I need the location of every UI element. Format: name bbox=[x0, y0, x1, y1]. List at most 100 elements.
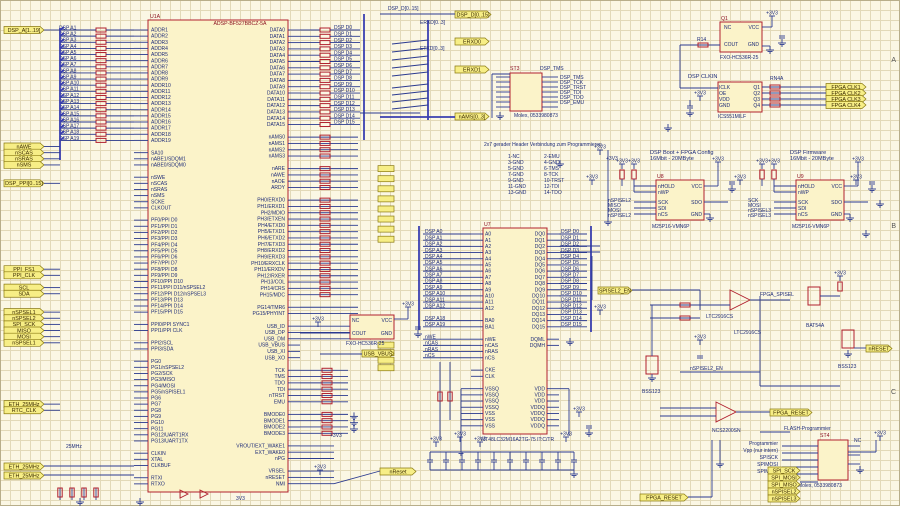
decoupling-cap bbox=[729, 181, 735, 185]
power-symbol: +3V3 bbox=[560, 432, 572, 442]
left-port[interactable]: nSPSEL1 bbox=[3, 338, 45, 347]
spisel2-en-port[interactable]: SPISEL2_EN bbox=[597, 286, 633, 295]
sdram-pin: DQ6 bbox=[535, 269, 546, 275]
dsp-left-pin: PG11 bbox=[151, 426, 164, 432]
dsp-left-pin: PF7/PPI D7 bbox=[151, 261, 178, 267]
clk-pin: GND bbox=[719, 103, 731, 109]
eth-port[interactable] bbox=[377, 215, 395, 223]
ic-label: BAT54A bbox=[806, 323, 825, 329]
clk-pin: Q4 bbox=[753, 103, 760, 109]
nc-label: NC bbox=[854, 438, 862, 444]
usb-vbus-port[interactable]: USB_VBUS bbox=[361, 349, 395, 358]
rn-right bbox=[319, 65, 331, 71]
power-label: +3V3 bbox=[874, 431, 886, 437]
sdram-pin: A6 bbox=[485, 269, 491, 275]
flash-gnd bbox=[728, 185, 736, 193]
dsp-right-pin: DATA6 bbox=[270, 65, 286, 71]
rn-right bbox=[319, 103, 331, 109]
eth-port[interactable] bbox=[377, 364, 395, 372]
sdram-pin: nRAS bbox=[485, 349, 499, 355]
dsp-right-pin: nTRST bbox=[269, 393, 285, 399]
rn-left bbox=[95, 101, 107, 107]
jtag-header-st3[interactable] bbox=[509, 72, 543, 112]
osc-pin: GND bbox=[748, 42, 760, 48]
sdram-pin: VDDQ bbox=[531, 411, 546, 417]
sdram-pin: DQ8 bbox=[535, 281, 546, 287]
gnd-symbol bbox=[664, 124, 672, 132]
flash-gnd bbox=[868, 185, 876, 193]
power-label: +3V3 bbox=[573, 407, 585, 413]
osc-pin: VCC bbox=[381, 318, 392, 324]
eth-port[interactable] bbox=[377, 165, 395, 172]
top-port[interactable]: nAMS[0..3] bbox=[454, 112, 490, 121]
rn-right bbox=[319, 115, 331, 121]
left-port[interactable]: nSMS bbox=[3, 161, 45, 169]
sdram-pin: DQ13 bbox=[532, 312, 545, 318]
dsp-left-pin: PG6 bbox=[151, 396, 161, 402]
dsp-left-pin: PG2/SCK bbox=[151, 371, 173, 377]
isp-pin-label: Programmier bbox=[749, 441, 778, 447]
left-port-text: DSP_A[1..19] bbox=[8, 28, 41, 34]
eth-port[interactable] bbox=[377, 185, 395, 193]
power-symbol: +3V3 bbox=[766, 11, 778, 21]
dsp-left-pin: PF12/PPI D12/nSPSEL3 bbox=[151, 291, 206, 297]
nreset-port[interactable]: nReset bbox=[379, 467, 417, 476]
left-port[interactable]: SDA bbox=[3, 289, 45, 298]
wire bbox=[391, 63, 429, 69]
dsp-left-pin: PF5/PPI D5 bbox=[151, 248, 178, 254]
rn-right bbox=[319, 84, 331, 90]
sdram-net: DSP A7 bbox=[425, 273, 443, 279]
dsp-right-pin: PH6/ETXD2 bbox=[258, 236, 285, 242]
sdram-gnd bbox=[457, 448, 465, 456]
fpga-reset-port[interactable]: FPGA_RESET bbox=[769, 408, 813, 417]
dsp-right-pin: nAMS0 bbox=[269, 135, 286, 141]
sdram-net: DSP D10 bbox=[561, 291, 582, 297]
eth-port[interactable] bbox=[377, 235, 395, 243]
gnd-symbol bbox=[76, 498, 84, 506]
dsp-left-pin: ADDR17 bbox=[151, 126, 171, 132]
rtc-clk-port[interactable]: ETH_25MHz bbox=[3, 471, 45, 480]
flash-pin: SDO bbox=[831, 200, 842, 206]
left-port[interactable]: DSP_PPI[0..15] bbox=[3, 179, 45, 188]
sdram-pin: nCS bbox=[485, 355, 495, 361]
isp-net-port[interactable]: nSPISEL3 bbox=[767, 494, 801, 503]
isp-net-port[interactable]: SPI_SCK bbox=[767, 466, 801, 475]
dsp-left-pin: CLKIN bbox=[151, 451, 166, 457]
top-port[interactable]: ERXD0 bbox=[454, 37, 490, 46]
eth-port[interactable] bbox=[377, 195, 395, 203]
dsp-left-pin: ADDR3 bbox=[151, 40, 168, 46]
isp-net-port[interactable]: SPI_MOSI bbox=[767, 473, 801, 482]
isp-net-port[interactable]: SPI_MISO bbox=[767, 480, 801, 489]
net-label: DSP D2 bbox=[334, 38, 352, 44]
osc-pin: GND bbox=[381, 331, 393, 337]
eth-port[interactable] bbox=[377, 356, 395, 364]
eth-port[interactable] bbox=[377, 225, 395, 233]
top-port[interactable]: DSP_D[0..15] bbox=[454, 10, 492, 19]
sdram-net: DSP D15 bbox=[561, 322, 582, 328]
isp-net-port[interactable]: nSPISEL2 bbox=[767, 487, 801, 496]
eth-clk-port[interactable]: ETH_25MHz bbox=[3, 462, 45, 471]
sdram-pin: A12 bbox=[485, 306, 494, 312]
fpga-reset-port-bottom[interactable]: FPGA_RESET bbox=[639, 493, 689, 502]
flash-net: nSPISEL3 bbox=[748, 213, 771, 219]
power-symbol: +3V3 bbox=[594, 305, 606, 315]
sdram-pin: VSSQ bbox=[485, 405, 499, 411]
isp-header-st4[interactable] bbox=[817, 439, 849, 481]
sdram-pin: VSSQ bbox=[485, 399, 499, 405]
eth-port[interactable] bbox=[377, 205, 395, 213]
fpga-clock-port[interactable]: FPGA CLK4 bbox=[825, 101, 867, 109]
wire bbox=[391, 83, 429, 89]
rn-left bbox=[95, 125, 107, 131]
net-label: DSP D3 bbox=[334, 44, 352, 50]
left-port[interactable]: PPI_CLK bbox=[3, 271, 45, 280]
left-port[interactable]: RTC_CLK bbox=[3, 406, 45, 415]
top-port[interactable]: ERXD1 bbox=[454, 65, 490, 74]
osc-pin: COUT bbox=[352, 331, 366, 337]
dsp-right-pin: EXT_WAKE0 bbox=[255, 450, 285, 456]
left-port[interactable]: DSP_A[1..19] bbox=[3, 26, 45, 34]
nreset-port[interactable]: nRESET bbox=[865, 344, 893, 353]
sdram-net: nCAS bbox=[425, 341, 439, 347]
eth-port[interactable] bbox=[377, 175, 395, 183]
power-symbol: +3V3 bbox=[474, 437, 486, 447]
dsp-right-pin: NMI bbox=[276, 481, 285, 487]
